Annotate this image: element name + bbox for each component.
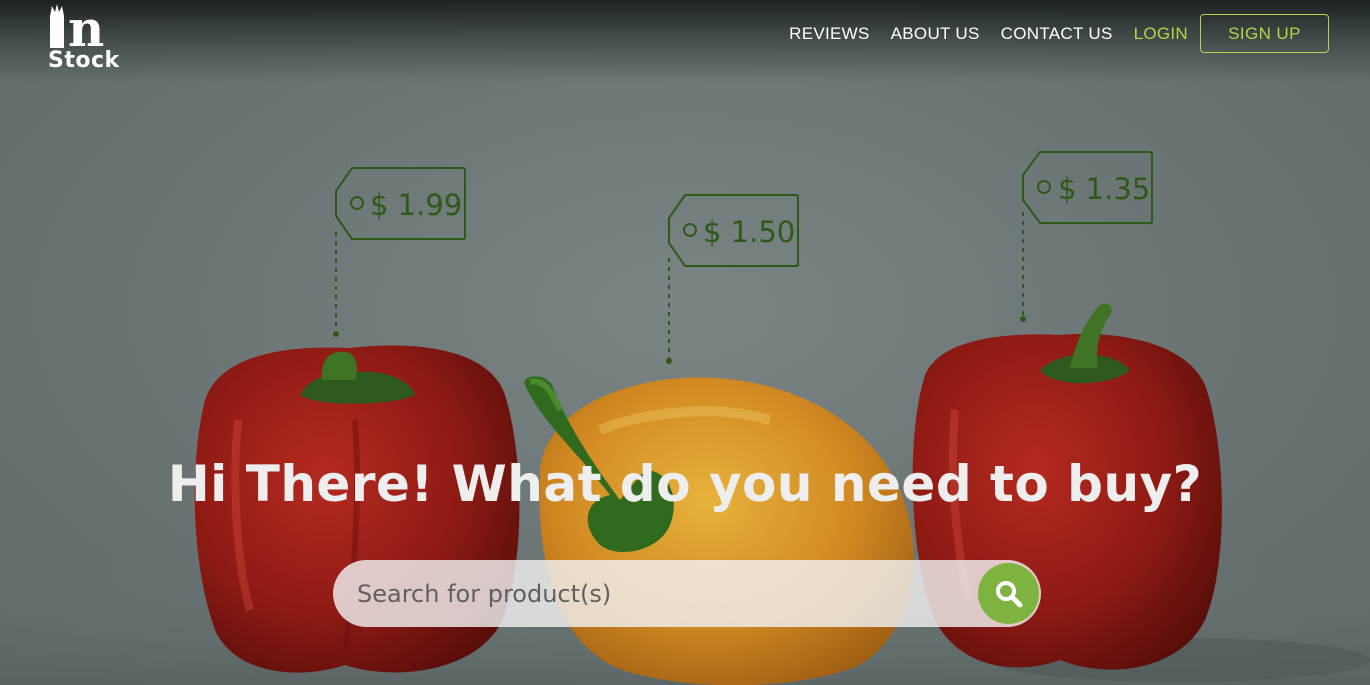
nav-reviews-link[interactable]: REVIEWS [789, 24, 870, 44]
signup-button[interactable]: SIGN UP [1200, 14, 1329, 53]
search-bar [333, 560, 1041, 627]
logo-mark: n [50, 2, 104, 48]
price-tag-label: $ 1.35 [1058, 172, 1150, 206]
price-tag: $ 1.99 [335, 167, 466, 240]
logo-letter: n [68, 2, 104, 48]
search-input[interactable] [357, 572, 977, 615]
hero-headline: Hi There! What do you need to buy? [167, 455, 1203, 513]
yellow-pepper-center [524, 376, 914, 685]
login-link[interactable]: LOGIN [1134, 24, 1188, 44]
instock-logo[interactable]: n Stock [48, 0, 126, 74]
price-tag: $ 1.50 [668, 194, 799, 267]
price-tag-label: $ 1.50 [703, 215, 795, 249]
logo-word: Stock [48, 48, 120, 73]
top-navbar: n Stock REVIEWS ABOUT US CONTACT US LOGI… [0, 0, 1370, 82]
main-nav: REVIEWS ABOUT US CONTACT US LOGIN SIGN U… [768, 14, 1329, 53]
price-tag: $ 1.35 [1022, 151, 1153, 224]
search-button[interactable] [978, 563, 1039, 624]
nav-about-link[interactable]: ABOUT US [891, 24, 980, 44]
price-tag-label: $ 1.99 [370, 188, 462, 222]
search-icon [995, 580, 1022, 607]
nav-contact-link[interactable]: CONTACT US [1001, 24, 1113, 44]
